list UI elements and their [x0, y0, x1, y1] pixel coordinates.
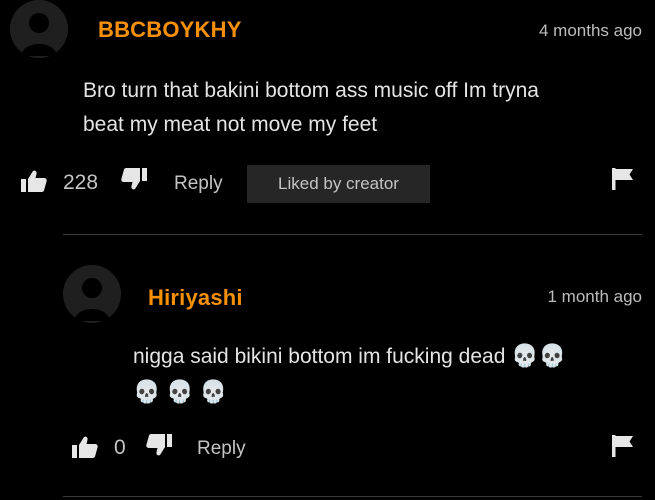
liked-by-creator-badge: Liked by creator [247, 165, 430, 203]
user-avatar[interactable] [10, 0, 68, 58]
comment-timestamp: 4 months ago [538, 21, 642, 40]
user-avatar[interactable] [63, 265, 121, 323]
like-count: 0 [114, 436, 126, 459]
skull-emoji: 💀 [511, 344, 539, 369]
skull-emoji: 💀 [199, 380, 227, 405]
comment-username[interactable]: Hiriyashi [148, 285, 243, 311]
flag-icon[interactable] [612, 168, 634, 190]
like-count: 228 [63, 171, 99, 194]
comment-timestamp: 1 month ago [547, 287, 642, 306]
reply-button[interactable]: Reply [197, 438, 246, 460]
comment-text-line: nigga said bikini bottom im fucking dead… [133, 340, 566, 374]
comment-username[interactable]: BBCBOYKHY [98, 17, 242, 43]
comment-text: nigga said bikini bottom im fucking dead… [133, 340, 566, 410]
thumbs-down-icon[interactable] [121, 168, 147, 190]
comment-text-line: beat my meat not move my feet [83, 113, 378, 136]
default-avatar-icon [10, 0, 68, 58]
comment-text-line: Bro turn that bakini bottom ass music of… [83, 79, 539, 102]
comment-text: Bro turn that bakini bottom ass music of… [83, 74, 539, 142]
comment-divider [63, 496, 642, 497]
thumbs-down-icon[interactable] [146, 434, 172, 456]
skull-emoji: 💀 [133, 380, 161, 405]
reply-button[interactable]: Reply [174, 173, 223, 195]
comment-text-line: 💀 💀 💀 [133, 376, 566, 410]
skull-emoji: 💀 [166, 380, 194, 405]
thumbs-up-icon[interactable] [21, 170, 47, 192]
comment-text-content: nigga said bikini bottom im fucking dead [133, 345, 506, 368]
thumbs-up-icon[interactable] [72, 436, 98, 458]
flag-icon[interactable] [612, 435, 634, 457]
default-avatar-icon [63, 265, 121, 323]
skull-emoji: 💀 [538, 344, 567, 369]
comment-divider [63, 234, 642, 235]
